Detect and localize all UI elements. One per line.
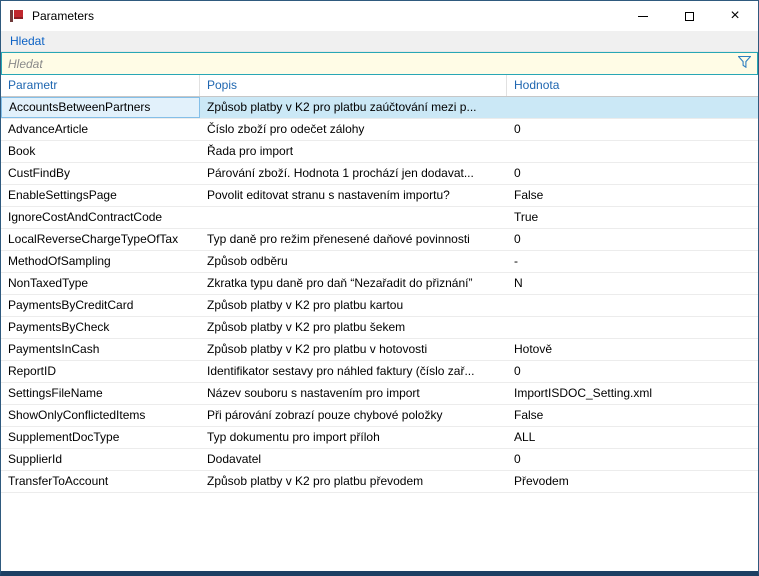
cell-desc: Dodavatel [200,449,507,470]
cell-value: ALL [507,427,758,448]
parameters-window: Parameters × Hledat Parametr Popis Hodno… [0,0,759,576]
cell-desc: Typ daně pro režim přenesené daňové povi… [200,229,507,250]
cell-param: ShowOnlyConflictedItems [1,405,200,426]
cell-desc: Způsob platby v K2 pro platbu v hotovost… [200,339,507,360]
cell-desc: Typ dokumentu pro import příloh [200,427,507,448]
grid-body: AccountsBetweenPartners Způsob platby v … [1,97,758,571]
table-row[interactable]: SupplierId Dodavatel 0 [1,449,758,471]
cell-value: 0 [507,229,758,250]
cell-param: PaymentsByCheck [1,317,200,338]
filter-funnel-icon [738,56,751,71]
cell-desc: Řada pro import [200,141,507,162]
grid-header: Parametr Popis Hodnota [1,75,758,97]
table-row[interactable]: SupplementDocType Typ dokumentu pro impo… [1,427,758,449]
table-row[interactable]: PaymentsInCash Způsob platby v K2 pro pl… [1,339,758,361]
cell-value [507,317,758,338]
table-row[interactable]: AccountsBetweenPartners Způsob platby v … [1,97,758,119]
table-row[interactable]: AdvanceArticle Číslo zboží pro odečet zá… [1,119,758,141]
cell-param: TransferToAccount [1,471,200,492]
cell-value: Hotově [507,339,758,360]
cell-value: False [507,405,758,426]
cell-desc: Způsob platby v K2 pro platbu zaúčtování… [200,97,507,118]
close-button[interactable]: × [712,1,758,31]
table-row[interactable]: EnableSettingsPage Povolit editovat stra… [1,185,758,207]
table-row[interactable]: PaymentsByCreditCard Způsob platby v K2 … [1,295,758,317]
cell-value: False [507,185,758,206]
cell-param: EnableSettingsPage [1,185,200,206]
filter-button[interactable] [731,53,757,74]
cell-param: LocalReverseChargeTypeOfTax [1,229,200,250]
cell-desc: Párování zboží. Hodnota 1 prochází jen d… [200,163,507,184]
table-row[interactable]: ShowOnlyConflictedItems Při párování zob… [1,405,758,427]
cell-value: 0 [507,361,758,382]
window-controls: × [620,1,758,31]
table-row[interactable]: NonTaxedType Zkratka typu daně pro daň “… [1,273,758,295]
cell-param: SupplementDocType [1,427,200,448]
cell-value: True [507,207,758,228]
cell-param: NonTaxedType [1,273,200,294]
cell-value: ImportISDOC_Setting.xml [507,383,758,404]
cell-param: SettingsFileName [1,383,200,404]
column-header-parametr[interactable]: Parametr [1,75,200,96]
cell-value [507,295,758,316]
cell-desc: Zkratka typu daně pro daň “Nezařadit do … [200,273,507,294]
table-row[interactable]: ReportID Identifikator sestavy pro náhle… [1,361,758,383]
cell-desc: Povolit editovat stranu s nastavením imp… [200,185,507,206]
cell-value: - [507,251,758,272]
table-row[interactable]: SettingsFileName Název souboru s nastave… [1,383,758,405]
cell-desc: Při párování zobrazí pouze chybové polož… [200,405,507,426]
table-row[interactable]: CustFindBy Párování zboží. Hodnota 1 pro… [1,163,758,185]
cell-desc: Způsob odběru [200,251,507,272]
menu-bar: Hledat [1,31,758,52]
table-row[interactable]: IgnoreCostAndContractCode True [1,207,758,229]
cell-param: SupplierId [1,449,200,470]
menu-item-hledat[interactable]: Hledat [10,34,45,48]
cell-desc: Způsob platby v K2 pro platbu kartou [200,295,507,316]
cell-param: ReportID [1,361,200,382]
cell-value [507,97,758,118]
cell-param: AccountsBetweenPartners [1,97,200,118]
cell-param: Book [1,141,200,162]
cell-value: N [507,273,758,294]
cell-value: 0 [507,119,758,140]
cell-param: MethodOfSampling [1,251,200,272]
cell-param: PaymentsByCreditCard [1,295,200,316]
window-title: Parameters [32,9,94,23]
minimize-button[interactable] [620,1,666,31]
search-input[interactable] [2,53,731,74]
table-row[interactable]: LocalReverseChargeTypeOfTax Typ daně pro… [1,229,758,251]
cell-value: 0 [507,449,758,470]
table-row[interactable]: TransferToAccount Způsob platby v K2 pro… [1,471,758,493]
maximize-icon [685,12,694,21]
cell-param: IgnoreCostAndContractCode [1,207,200,228]
app-icon [9,8,25,24]
maximize-button[interactable] [666,1,712,31]
cell-value [507,141,758,162]
cell-desc: Způsob platby v K2 pro platbu šekem [200,317,507,338]
cell-value: Převodem [507,471,758,492]
cell-param: CustFindBy [1,163,200,184]
cell-param: PaymentsInCash [1,339,200,360]
cell-value: 0 [507,163,758,184]
title-bar: Parameters × [1,1,758,31]
minimize-icon [638,16,648,17]
cell-desc: Název souboru s nastavením pro import [200,383,507,404]
search-bar [1,52,758,75]
column-header-popis[interactable]: Popis [200,75,507,96]
table-row[interactable]: Book Řada pro import [1,141,758,163]
close-icon: × [730,8,739,24]
cell-desc [200,207,507,228]
cell-param: AdvanceArticle [1,119,200,140]
cell-desc: Číslo zboží pro odečet zálohy [200,119,507,140]
cell-desc: Způsob platby v K2 pro platbu převodem [200,471,507,492]
table-row[interactable]: MethodOfSampling Způsob odběru - [1,251,758,273]
column-header-hodnota[interactable]: Hodnota [507,75,758,96]
table-row[interactable]: PaymentsByCheck Způsob platby v K2 pro p… [1,317,758,339]
cell-desc: Identifikator sestavy pro náhled faktury… [200,361,507,382]
